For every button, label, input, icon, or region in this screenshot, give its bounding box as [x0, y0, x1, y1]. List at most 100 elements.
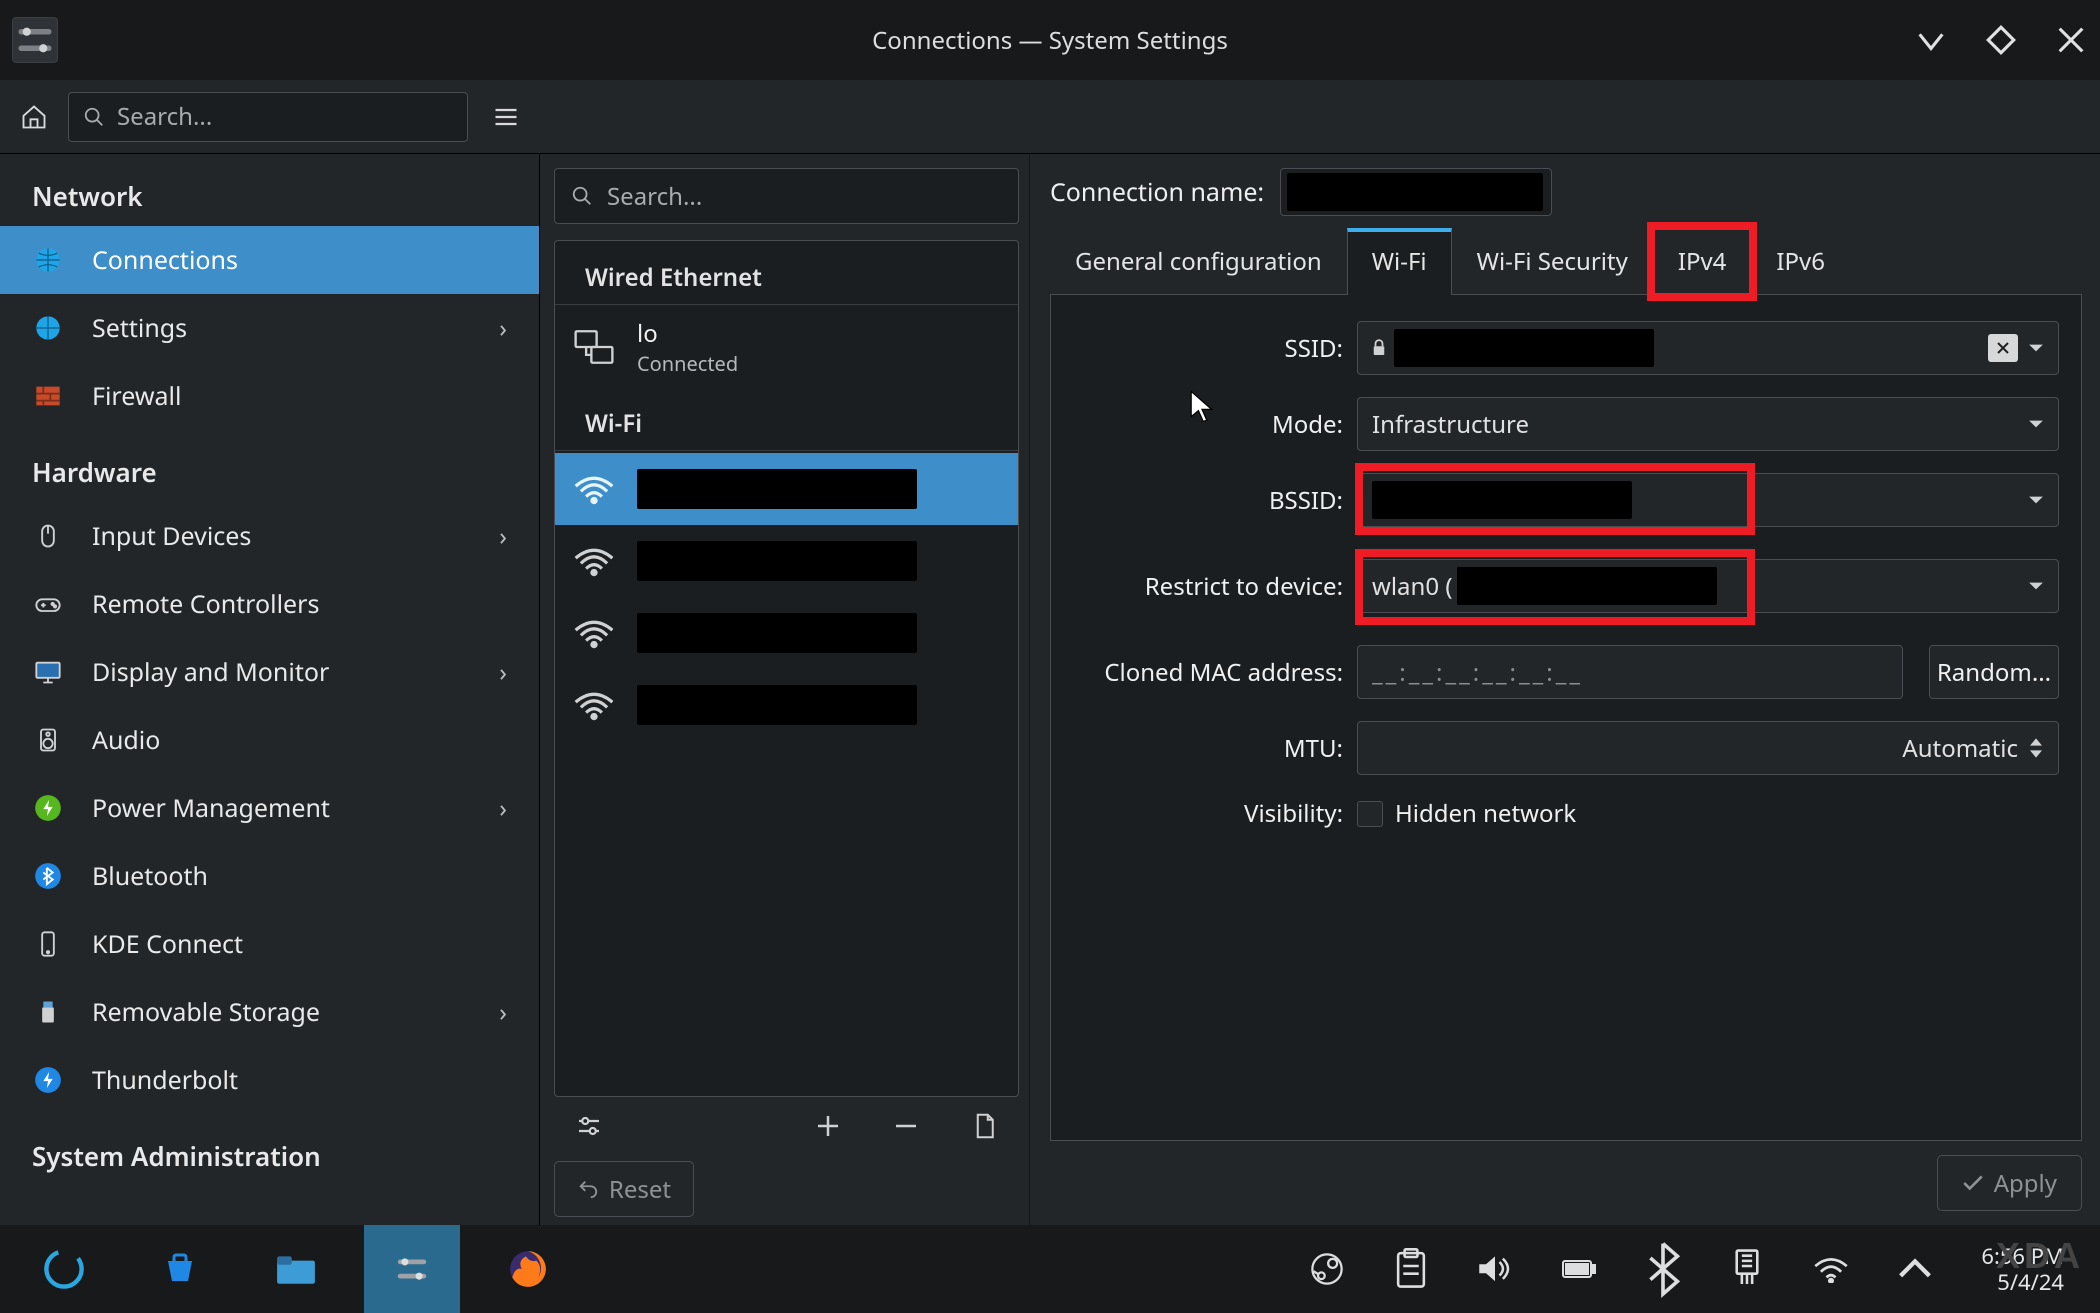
add-connection-button[interactable] — [813, 1111, 843, 1141]
restrict-device-select[interactable]: wlan0 ( — [1357, 559, 2059, 613]
wifi-form: SSID: Mode: Infrastructure — [1050, 294, 2082, 1141]
tray-expand-icon[interactable] — [1897, 1251, 1933, 1287]
mode-select[interactable]: Infrastructure — [1357, 397, 2059, 451]
connection-lo[interactable]: lo Connected — [555, 307, 1018, 387]
tab-label: General configuration — [1075, 245, 1322, 278]
connection-search-placeholder: Search... — [607, 180, 702, 213]
globe-icon — [32, 244, 64, 276]
apply-button[interactable]: Apply — [1937, 1155, 2082, 1211]
connection-search[interactable]: Search... — [554, 168, 1019, 224]
tray-steam-icon[interactable] — [1309, 1251, 1345, 1287]
sidebar-item-label: Removable Storage — [92, 995, 320, 1029]
section-wifi: Wi-Fi — [555, 387, 1018, 451]
wifi-icon — [573, 468, 615, 510]
maximize-button[interactable] — [1984, 23, 2018, 57]
sidebar-item-firewall[interactable]: Firewall — [0, 362, 539, 430]
sidebar-item-connections[interactable]: Connections — [0, 226, 539, 294]
sidebar-item-settings[interactable]: Settings › — [0, 294, 539, 362]
check-icon — [1962, 1174, 1984, 1192]
tray-wifi-icon[interactable] — [1813, 1251, 1849, 1287]
wifi-icon — [573, 540, 615, 582]
sidebar-item-label: Display and Monitor — [92, 655, 329, 689]
sidebar-item-removable[interactable]: Removable Storage › — [0, 978, 539, 1046]
connection-wifi-0[interactable] — [555, 453, 1018, 525]
mtu-spinbox[interactable]: Automatic — [1357, 721, 2059, 775]
close-button[interactable] — [2054, 23, 2088, 57]
reset-button[interactable]: Reset — [554, 1161, 694, 1217]
cloned-mac-input[interactable]: __:__:__:__:__:__ — [1357, 645, 1903, 699]
task-firefox[interactable] — [480, 1225, 576, 1313]
ssid-input[interactable] — [1357, 321, 2059, 375]
hidden-network-label: Hidden network — [1395, 797, 1576, 830]
connection-name-input[interactable] — [1280, 168, 1552, 216]
mac-label: Cloned MAC address: — [1073, 656, 1343, 689]
tray-network-icon[interactable] — [1729, 1251, 1765, 1287]
reset-label: Reset — [609, 1173, 671, 1206]
sidebar-item-remote-controllers[interactable]: Remote Controllers — [0, 570, 539, 638]
mouse-icon — [32, 520, 64, 552]
connection-wifi-3[interactable] — [555, 669, 1018, 741]
tray-bluetooth-icon[interactable] — [1645, 1251, 1681, 1287]
task-system-settings[interactable] — [364, 1225, 460, 1313]
remove-connection-button[interactable] — [891, 1111, 921, 1141]
connection-list: Wired Ethernet lo Connected Wi-Fi — [554, 240, 1019, 1097]
sidebar-item-bluetooth[interactable]: Bluetooth — [0, 842, 539, 910]
random-mac-button[interactable]: Random... — [1929, 645, 2059, 699]
tray-battery-icon[interactable] — [1561, 1251, 1597, 1287]
sidebar-item-audio[interactable]: Audio — [0, 706, 539, 774]
search-icon — [571, 185, 593, 207]
tab-ipv4[interactable]: IPv4 — [1653, 228, 1752, 295]
sidebar-item-label: Input Devices — [92, 519, 251, 553]
menu-button[interactable] — [486, 97, 526, 137]
redacted — [1457, 567, 1717, 605]
tray-volume-icon[interactable] — [1477, 1251, 1513, 1287]
bssid-select[interactable] — [1357, 473, 2059, 527]
speaker-icon — [32, 724, 64, 756]
sidebar-item-power[interactable]: Power Management › — [0, 774, 539, 842]
tab-general[interactable]: General configuration — [1050, 228, 1347, 295]
mtu-value: Automatic — [1902, 732, 2018, 765]
sidebar-item-display[interactable]: Display and Monitor › — [0, 638, 539, 706]
configure-icon[interactable] — [574, 1111, 604, 1141]
export-connection-button[interactable] — [969, 1111, 999, 1141]
search-placeholder: Search... — [117, 100, 212, 133]
random-label: Random... — [1937, 656, 2051, 689]
redacted — [1287, 173, 1543, 211]
sidebar-item-label: Remote Controllers — [92, 587, 319, 621]
tab-label: Wi-Fi Security — [1477, 245, 1628, 278]
minimize-button[interactable] — [1914, 23, 1948, 57]
chevron-down-icon — [2028, 494, 2044, 506]
visibility-label: Visibility: — [1073, 797, 1343, 830]
chevron-right-icon: › — [499, 519, 507, 553]
clear-icon[interactable] — [1988, 334, 2018, 362]
connection-wifi-2[interactable] — [555, 597, 1018, 669]
ssid-label: SSID: — [1073, 332, 1343, 365]
chevron-right-icon: › — [499, 995, 507, 1029]
tab-ipv6[interactable]: IPv6 — [1751, 228, 1850, 295]
tray-clipboard-icon[interactable] — [1393, 1251, 1429, 1287]
app-icon — [12, 17, 58, 63]
spin-buttons[interactable] — [2028, 736, 2044, 760]
tray-clock[interactable]: 6:56 PM 5/4/24 — [1981, 1243, 2064, 1296]
sidebar-item-thunderbolt[interactable]: Thunderbolt — [0, 1046, 539, 1114]
redacted — [1394, 329, 1654, 367]
connection-wifi-1[interactable] — [555, 525, 1018, 597]
task-discover[interactable] — [132, 1225, 228, 1313]
sidebar-item-kdeconnect[interactable]: KDE Connect — [0, 910, 539, 978]
tab-wifi-security[interactable]: Wi-Fi Security — [1452, 228, 1653, 295]
task-files[interactable] — [248, 1225, 344, 1313]
sidebar-item-input-devices[interactable]: Input Devices › — [0, 502, 539, 570]
mode-value: Infrastructure — [1372, 408, 1529, 441]
wifi-icon — [573, 684, 615, 726]
hidden-network-checkbox[interactable] — [1357, 801, 1383, 827]
window-title: Connections — System Settings — [0, 24, 2100, 57]
search-icon — [83, 106, 105, 128]
sidebar-item-label: Thunderbolt — [92, 1063, 238, 1097]
tab-label: IPv4 — [1678, 245, 1727, 278]
system-settings-window: Connections — System Settings Search... … — [0, 0, 2100, 1225]
tab-wifi[interactable]: Wi-Fi — [1347, 228, 1452, 295]
home-button[interactable] — [14, 97, 54, 137]
global-search[interactable]: Search... — [68, 92, 468, 142]
group-network: Network — [0, 154, 539, 226]
start-button[interactable] — [16, 1225, 112, 1313]
